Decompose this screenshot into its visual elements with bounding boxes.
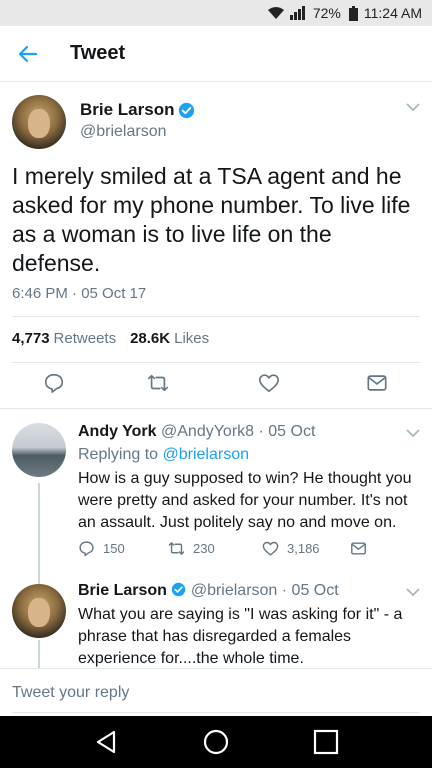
like-icon[interactable] [258,372,280,394]
reply-author-name[interactable]: Brie Larson [78,582,167,599]
author-display-name[interactable]: Brie Larson [80,100,174,120]
clock: 11:24 AM [363,5,422,21]
like-count: 3,186 [287,541,320,556]
page-title: Tweet [70,42,126,64]
thread-line [38,640,40,668]
reply-text: How is a guy supposed to win? He thought… [78,470,412,531]
replying-prefix: Replying to [78,446,159,463]
divider [12,362,420,363]
reply-count: 150 [103,541,125,556]
tweet-stats: 4,773 Retweets 28.6K Likes [12,330,209,347]
reply-author-handle[interactable]: @brielarson [191,582,278,599]
likes-label: Likes [174,330,210,347]
reply-author-handle[interactable]: @AndyYork8 [161,423,254,440]
reply-header: Brie Larson @brielarson · 05 Oct [78,582,339,600]
nav-home-icon[interactable] [202,728,230,756]
chevron-down-icon[interactable] [406,587,420,597]
retweet-icon[interactable] [147,372,169,394]
reply-icon[interactable] [43,372,65,394]
retweets-count: 4,773 [12,330,50,347]
reply-text: What you are saying is "I was asking for… [78,606,403,667]
nav-recents-icon[interactable] [312,728,340,756]
retweet-icon [168,542,185,555]
replying-to-link[interactable]: @brielarson [163,446,250,463]
avatar[interactable] [12,423,66,477]
reply-compose-input[interactable]: Tweet your reply [12,684,129,702]
divider [12,316,420,317]
reply-icon [79,541,94,557]
author-name-row: Brie Larson [80,100,195,120]
reply-author-name[interactable]: Andy York [78,423,157,440]
signal-icon [289,6,305,20]
tweet-actions [0,372,432,402]
tweet-timestamp: 6:46 PM · 05 Oct 17 [12,285,147,302]
back-arrow-icon[interactable] [16,42,40,66]
avatar[interactable] [12,95,66,149]
reply-date: · 05 Oct [281,582,339,599]
battery-percent: 72% [312,5,341,21]
reply-date: · 05 Oct [258,423,316,440]
top-app-bar: Tweet [0,26,432,82]
battery-icon [348,5,358,21]
likes-count: 28.6K [130,330,171,347]
thread-line [38,483,40,587]
like-icon [262,541,279,556]
nav-back-icon[interactable] [92,728,120,756]
likes-stat[interactable]: 28.6K Likes [130,330,209,347]
status-bar: 72% 11:24 AM [0,0,432,26]
message-icon [351,542,366,555]
compose-underline [12,712,420,713]
retweet-count: 230 [193,541,215,556]
message-icon[interactable] [366,372,388,394]
divider [0,668,432,669]
verified-icon [172,582,186,597]
verified-icon [179,102,195,118]
avatar[interactable] [12,584,66,638]
reply-header: Andy York @AndyYork8 · 05 Oct [78,423,315,441]
retweets-label: Retweets [53,330,117,347]
retweet-button[interactable]: 230 [168,540,262,557]
chevron-down-icon[interactable] [406,102,420,112]
tweet-text: I merely smiled at a TSA agent and he as… [12,163,411,276]
like-button[interactable]: 3,186 [262,540,350,557]
system-nav-bar [0,716,432,768]
author-handle[interactable]: @brielarson [80,123,167,141]
divider [0,408,432,409]
replying-to: Replying to @brielarson [78,446,249,464]
chevron-down-icon[interactable] [406,428,420,438]
reply-actions: 150 230 3,186 [78,540,380,557]
message-button[interactable] [350,540,380,557]
reply-button[interactable]: 150 [78,540,168,557]
wifi-icon [267,7,284,19]
retweets-stat[interactable]: 4,773 Retweets [12,330,116,347]
status-icons [267,6,307,20]
